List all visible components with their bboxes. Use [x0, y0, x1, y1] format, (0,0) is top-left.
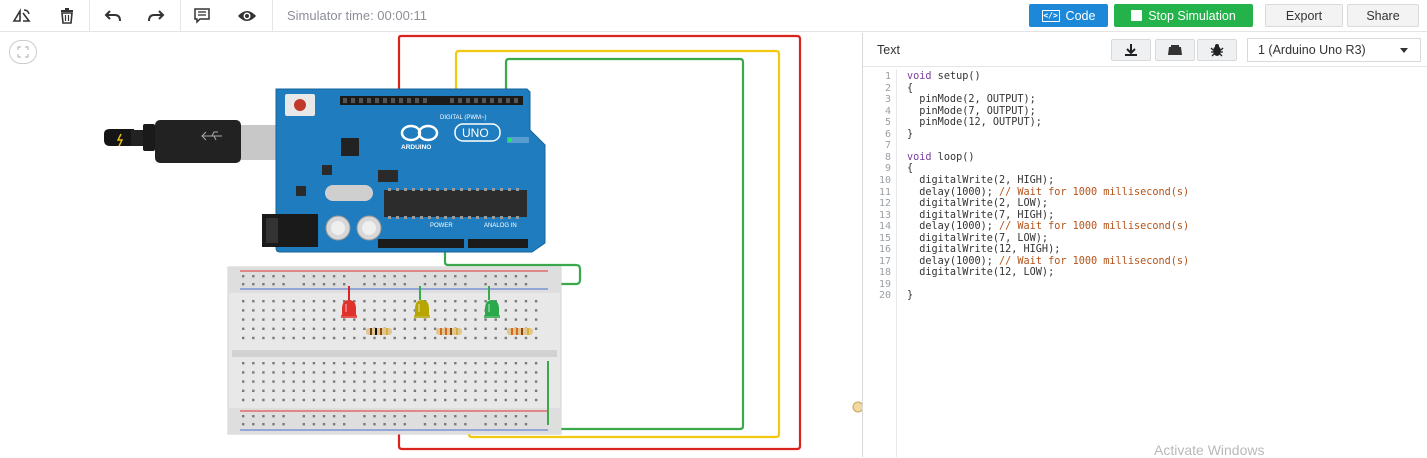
arduino-uno-board[interactable]: DIGITAL (PWM~) UNO ARDUINO POWER ANALOG …: [262, 88, 546, 253]
line-number: 2: [884, 82, 891, 94]
line-number: 4: [884, 105, 891, 117]
circuit-drawing: DIGITAL (PWM~) UNO ARDUINO POWER ANALOG …: [104, 34, 862, 451]
line-number: 13: [878, 209, 891, 221]
code-text: digitalWrite(2, HIGH);: [907, 174, 1055, 186]
code-text: digitalWrite(7, HIGH);: [907, 209, 1055, 221]
breadboard[interactable]: [227, 266, 562, 435]
debug-icon[interactable]: [1197, 39, 1237, 61]
library-icon[interactable]: [1155, 39, 1195, 61]
stop-simulation-label: Stop Simulation: [1148, 8, 1236, 23]
code-line: {: [907, 83, 913, 94]
power-header-label: POWER: [430, 223, 453, 229]
code-text: }: [907, 290, 914, 302]
code-text: delay(1000);: [907, 255, 1000, 267]
code-text: delay(1000);: [907, 186, 1000, 198]
share-button[interactable]: Share: [1347, 4, 1419, 27]
line-number: 17: [878, 255, 891, 267]
code-line: }: [907, 290, 913, 301]
code-line: pinMode(2, OUTPUT);: [907, 94, 1036, 105]
activate-windows-watermark: Activate Windows: [1154, 442, 1265, 458]
line-number: 6: [884, 128, 891, 140]
line-number: 7: [884, 140, 891, 152]
usb-cable: [104, 120, 305, 163]
code-line: }: [907, 129, 913, 140]
code-keyword: void: [907, 71, 932, 82]
code-line: delay(1000); // Wait for 1000 millisecon…: [907, 256, 1189, 267]
code-text: digitalWrite(7, LOW);: [907, 232, 1049, 244]
uno-label: UNO: [462, 126, 489, 140]
code-line: digitalWrite(2, HIGH);: [907, 175, 1054, 186]
chevron-down-icon: [1400, 48, 1408, 53]
code-text: loop(): [931, 151, 975, 163]
code-line: digitalWrite(7, HIGH);: [907, 210, 1054, 221]
line-number: 3: [884, 94, 891, 106]
code-text: {: [907, 82, 914, 94]
line-number: 14: [878, 221, 891, 233]
stop-simulation-button[interactable]: Stop Simulation: [1114, 4, 1253, 27]
code-button-label: Code: [1065, 8, 1096, 23]
code-text: digitalWrite(12, LOW);: [907, 267, 1055, 279]
line-number-gutter: 1 2 3 4 5 6 7 8 9 10 11 12 13 14 15 16 17 18 19 20: [863, 69, 897, 457]
line-number: 1: [884, 71, 891, 82]
code-button[interactable]: </> Code: [1029, 4, 1108, 27]
download-icon[interactable]: [1111, 39, 1151, 61]
export-button[interactable]: Export: [1265, 4, 1343, 27]
code-line: digitalWrite(12, HIGH);: [907, 244, 1060, 255]
code-line: void loop(): [907, 152, 974, 163]
code-line: delay(1000); // Wait for 1000 millisecon…: [907, 221, 1189, 232]
line-number: 12: [878, 198, 891, 210]
digital-header-label: DIGITAL (PWM~): [440, 115, 487, 121]
line-number: 15: [878, 232, 891, 244]
code-line: void setup(): [907, 71, 981, 82]
line-number: 16: [878, 244, 891, 256]
device-select-value: 1 (Arduino Uno R3): [1258, 43, 1366, 57]
code-line: digitalWrite(2, LOW);: [907, 198, 1048, 209]
code-comment: // Wait for 1000 millisecond(s): [999, 186, 1190, 198]
line-number: 5: [884, 117, 891, 129]
code-text: digitalWrite(2, LOW);: [907, 198, 1049, 210]
code-text: {: [907, 163, 914, 175]
line-number: 8: [884, 151, 891, 163]
stop-icon: [1131, 10, 1143, 21]
device-select[interactable]: 1 (Arduino Uno R3): [1247, 38, 1421, 62]
arduino-brand-label: ARDUINO: [401, 144, 431, 151]
code-line: {: [907, 163, 913, 174]
line-number: 10: [878, 174, 891, 186]
code-line: pinMode(12, OUTPUT);: [907, 117, 1042, 128]
code-line: delay(1000); // Wait for 1000 millisecon…: [907, 187, 1189, 198]
code-text: delay(1000);: [907, 221, 1000, 233]
code-keyword: void: [907, 151, 932, 163]
line-number: 9: [884, 163, 891, 175]
code-text: digitalWrite(12, HIGH);: [907, 244, 1061, 256]
code-line: digitalWrite(12, LOW);: [907, 267, 1054, 278]
code-panel: Text 1 (Arduino Uno R3) 1 2 3 4 5 6 7 8 9 10 11 12 1…: [863, 33, 1427, 457]
code-line: digitalWrite(7, LOW);: [907, 233, 1048, 244]
code-panel-header: Text 1 (Arduino Uno R3): [863, 33, 1427, 67]
resistors: [366, 328, 533, 335]
code-line: pinMode(7, OUTPUT);: [907, 106, 1036, 117]
code-text: pinMode(12, OUTPUT);: [907, 117, 1042, 129]
code-mode-label[interactable]: Text: [877, 43, 900, 57]
code-text: }: [907, 128, 914, 140]
line-number: 20: [878, 290, 891, 302]
line-number: 11: [878, 186, 891, 198]
code-icon: </>: [1041, 9, 1060, 22]
code-text: setup(): [931, 71, 981, 82]
code-comment: // Wait for 1000 millisecond(s): [999, 255, 1190, 267]
code-comment: // Wait for 1000 millisecond(s): [999, 221, 1190, 233]
code-text: pinMode(7, OUTPUT);: [907, 105, 1036, 117]
line-number: 18: [878, 267, 891, 279]
analog-header-label: ANALOG IN: [484, 223, 517, 229]
line-number: 19: [878, 278, 891, 290]
code-text: pinMode(2, OUTPUT);: [907, 94, 1036, 106]
